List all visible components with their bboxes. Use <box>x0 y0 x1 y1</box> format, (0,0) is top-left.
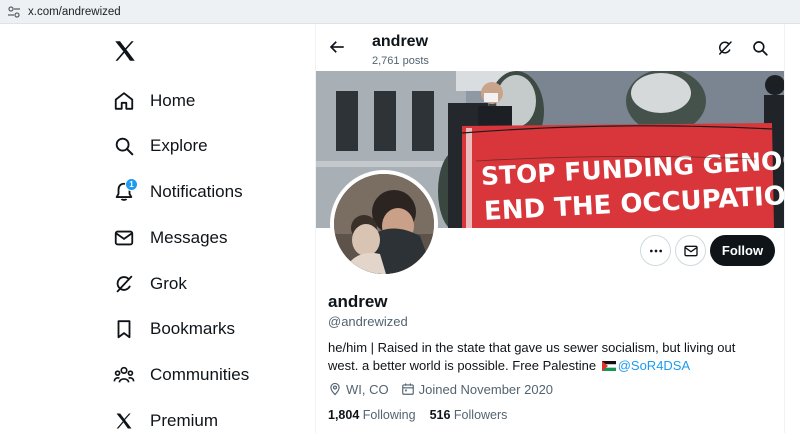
browser-address-bar[interactable]: x.com/andrewized <box>0 0 800 24</box>
search-icon[interactable] <box>749 37 771 59</box>
x-logo-icon[interactable] <box>112 38 138 64</box>
profile-column: andrew 2,761 posts STOP FUNDING GENOCIDE… <box>315 24 785 433</box>
followers-link[interactable]: 516 Followers <box>430 408 508 422</box>
sidebar-item-label: Communities <box>150 365 250 384</box>
home-icon <box>108 85 140 117</box>
back-arrow-icon[interactable] <box>326 36 348 58</box>
site-settings-icon[interactable] <box>6 4 22 20</box>
search-icon <box>108 130 140 162</box>
mail-icon <box>108 222 140 254</box>
followers-label: Followers <box>453 408 508 422</box>
sidebar-item-label: Messages <box>150 228 228 247</box>
sidebar-item-grok[interactable]: Grok <box>108 264 187 304</box>
bio-mention-link[interactable]: @SoR4DSA <box>618 358 690 373</box>
more-options-button[interactable] <box>640 235 671 266</box>
grok-icon[interactable] <box>714 37 736 59</box>
sidebar-item-explore[interactable]: Explore <box>108 126 208 166</box>
header-name: andrew <box>372 33 429 50</box>
bell-icon: 1 <box>108 176 140 208</box>
location-text: WI, CO <box>346 381 389 397</box>
message-button[interactable] <box>675 235 706 266</box>
profile-name: andrew <box>328 292 388 311</box>
grok-icon <box>108 268 140 300</box>
sidebar-item-bookmarks[interactable]: Bookmarks <box>108 309 235 349</box>
sidebar-item-home[interactable]: Home <box>108 81 195 121</box>
follow-button[interactable]: Follow <box>710 235 775 266</box>
url-text[interactable]: x.com/andrewized <box>28 6 121 18</box>
sidebar-item-label: Notifications <box>150 182 243 201</box>
mail-icon <box>683 245 698 256</box>
bookmark-icon <box>108 313 140 345</box>
profile-handle: @andrewized <box>328 314 408 329</box>
followers-count: 516 <box>429 408 451 422</box>
sidebar-item-notifications[interactable]: 1 Notifications <box>108 172 243 212</box>
avatar-photo <box>334 174 434 274</box>
sidebar-item-messages[interactable]: Messages <box>108 218 227 258</box>
profile-stats: 1,804 Following 516 Followers <box>328 408 521 422</box>
sidebar-nav: Home Explore 1 Notifications Messages Gr… <box>0 24 315 433</box>
people-icon <box>108 359 140 391</box>
profile-meta: WI, CO Joined November 2020 <box>328 381 565 397</box>
following-count: 1,804 <box>328 408 360 422</box>
following-label: Following <box>362 408 416 422</box>
x-logo-icon <box>108 405 140 433</box>
sidebar-item-label: Grok <box>150 274 187 293</box>
more-dots-icon <box>649 249 662 252</box>
joined-item: Joined November 2020 <box>401 382 553 397</box>
sidebar-item-communities[interactable]: Communities <box>108 355 249 395</box>
following-link[interactable]: 1,804 Following <box>328 408 416 422</box>
location-item: WI, CO <box>328 382 389 397</box>
notification-badge: 1 <box>125 178 138 191</box>
avatar[interactable] <box>330 170 438 278</box>
sidebar-item-label: Home <box>150 91 196 110</box>
location-pin-icon <box>330 382 340 396</box>
sidebar-item-label: Explore <box>150 136 208 155</box>
sidebar-item-premium[interactable]: Premium <box>108 401 218 433</box>
header-post-count: 2,761 posts <box>372 55 429 67</box>
profile-bio: he/him | Raised in the state that gave u… <box>328 339 768 375</box>
sidebar-item-label: Bookmarks <box>150 319 236 338</box>
palestine-flag-icon <box>601 361 616 371</box>
joined-text: Joined November 2020 <box>418 381 554 397</box>
sidebar-item-label: Premium <box>150 411 219 430</box>
profile-header-bar: andrew 2,761 posts <box>316 24 784 71</box>
calendar-icon <box>401 383 414 395</box>
